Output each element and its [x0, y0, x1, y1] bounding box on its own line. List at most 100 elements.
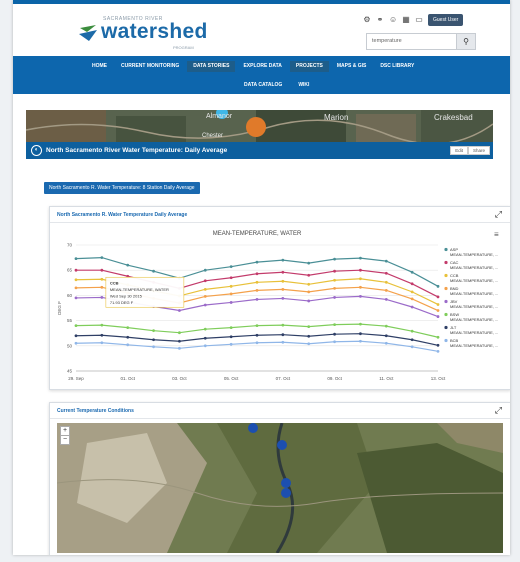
- data-point: [74, 324, 78, 328]
- data-point: [229, 265, 233, 269]
- share-button[interactable]: Share: [467, 146, 490, 155]
- data-point: [359, 332, 362, 336]
- site-header: SACRAMENTO RIVER watershed PROGRAM ⚙ ⚭ ☺…: [13, 4, 510, 56]
- data-point: [333, 332, 336, 336]
- data-point: [410, 305, 414, 309]
- data-point: [410, 329, 414, 333]
- zoom-out-button[interactable]: −: [61, 435, 69, 444]
- data-point: [74, 257, 78, 261]
- title-buttons: Edit Share: [450, 146, 490, 155]
- data-point: [333, 340, 336, 344]
- data-point: [126, 335, 130, 339]
- nav-item-explore-data[interactable]: EXPLORE DATA: [237, 61, 287, 72]
- data-point: [410, 270, 414, 274]
- nav-item-maps-gis[interactable]: MAPS & GIS: [331, 61, 372, 72]
- search-icon[interactable]: ⚲: [456, 34, 475, 49]
- data-point: [307, 282, 311, 286]
- data-point: [410, 290, 414, 294]
- nav-item-wiki[interactable]: WIKI: [292, 80, 315, 91]
- data-point: [384, 324, 388, 328]
- search-input[interactable]: temperature: [372, 38, 402, 44]
- data-point: [74, 268, 78, 272]
- data-point: [203, 344, 207, 348]
- tooltip-line: CCB: [110, 280, 119, 285]
- data-point: [229, 335, 233, 339]
- map-panel: Current Temperature Conditions ⤢ + −: [49, 402, 510, 555]
- data-point: [203, 268, 207, 272]
- login-button[interactable]: Guest User: [428, 14, 464, 26]
- expand-icon[interactable]: ⤢: [495, 209, 502, 220]
- y-tick-label: 70: [67, 243, 73, 248]
- logo-title: watershed: [101, 20, 208, 43]
- legend-marker: [444, 286, 448, 291]
- nav-item-data-stories[interactable]: DATA STORIES: [187, 61, 236, 72]
- data-point: [100, 296, 104, 299]
- hero-map-label: Chester: [202, 133, 224, 139]
- tooltip-line: 71.93 DEG F: [110, 300, 134, 305]
- nav-item-dsc-library[interactable]: DSC LIBRARY: [374, 61, 420, 72]
- temperature-line-chart[interactable]: MEAN-TEMPERATURE, WATER ≡ 45 50 55 60 65 70 DEG …: [50, 223, 510, 389]
- data-point: [203, 327, 207, 331]
- legend-marker: [444, 312, 448, 317]
- nav-item-current-monitoring[interactable]: CURRENT MONITORING: [115, 61, 185, 72]
- data-point: [229, 326, 233, 330]
- data-point: [410, 345, 414, 349]
- data-point: [359, 295, 362, 298]
- x-tick-label: 13. Oct: [431, 376, 446, 381]
- data-point: [229, 284, 233, 288]
- data-point: [359, 256, 362, 260]
- screen-icon[interactable]: ▭: [415, 13, 423, 27]
- data-point: [359, 277, 362, 281]
- data-point: [74, 341, 78, 345]
- map-panel-header: Current Temperature Conditions ⤢: [50, 403, 510, 419]
- utility-bar: ⚙ ⚭ ☺ ▦ ▭ Guest User: [363, 13, 464, 27]
- search-box[interactable]: temperature ⚲: [366, 33, 476, 50]
- expand-icon[interactable]: ⤢: [495, 405, 502, 416]
- nav-item-data-catalog[interactable]: DATA CATALOG: [238, 80, 288, 91]
- data-point: [281, 333, 285, 337]
- water-drop-logo-icon: [79, 25, 97, 41]
- gear-icon[interactable]: ⚙: [363, 13, 371, 27]
- data-point: [410, 338, 414, 342]
- zoom-in-button[interactable]: +: [61, 427, 69, 435]
- map-zoom-control: + −: [60, 426, 70, 445]
- data-point: [359, 339, 362, 343]
- nav-item-home[interactable]: HOME: [86, 61, 113, 72]
- data-point: [281, 340, 285, 344]
- data-point: [229, 292, 233, 296]
- data-point: [384, 259, 388, 263]
- link-icon[interactable]: ⚭: [376, 13, 384, 27]
- data-point: [100, 277, 104, 281]
- nav-item-projects[interactable]: PROJECTS: [289, 61, 329, 72]
- calendar-icon[interactable]: ▦: [402, 13, 410, 27]
- y-tick-label: 60: [67, 293, 73, 298]
- legend-marker: [444, 338, 448, 343]
- legend-label: MEAN-TEMPERATURE, ...: [450, 343, 498, 348]
- tooltip-line: Wed Sep 30 2015: [110, 293, 143, 298]
- satellite-map[interactable]: + −: [57, 423, 503, 553]
- tooltip-line: MEAN-TEMPERATURE, WATER: [110, 287, 169, 292]
- data-point: [436, 303, 440, 306]
- data-point: [74, 286, 78, 290]
- data-point: [436, 315, 440, 318]
- hero-map-strip[interactable]: Almanor Marion Crakesbad Chester: [26, 110, 493, 142]
- edit-button[interactable]: Edit: [450, 146, 468, 155]
- data-point: [229, 276, 233, 280]
- hero-map-label: Marion: [324, 113, 349, 122]
- data-point: [436, 349, 440, 353]
- hero-map-label: Crakesbad: [434, 113, 473, 122]
- data-point: [126, 343, 130, 347]
- data-point: [255, 288, 259, 292]
- site-logo[interactable]: SACRAMENTO RIVER watershed PROGRAM: [77, 16, 207, 50]
- tab-station-average[interactable]: North Sacramento R. Water Temperature: 8…: [44, 182, 200, 194]
- legend-label: MEAN-TEMPERATURE, ...: [450, 317, 498, 322]
- y-axis-label: DEG F: [57, 301, 62, 315]
- data-point: [255, 280, 259, 284]
- data-point: [203, 295, 207, 298]
- data-point: [281, 279, 285, 283]
- data-point: [255, 272, 259, 276]
- data-point: [255, 260, 259, 264]
- data-point: [203, 336, 207, 340]
- data-point: [359, 268, 362, 272]
- user-icon[interactable]: ☺: [389, 13, 397, 27]
